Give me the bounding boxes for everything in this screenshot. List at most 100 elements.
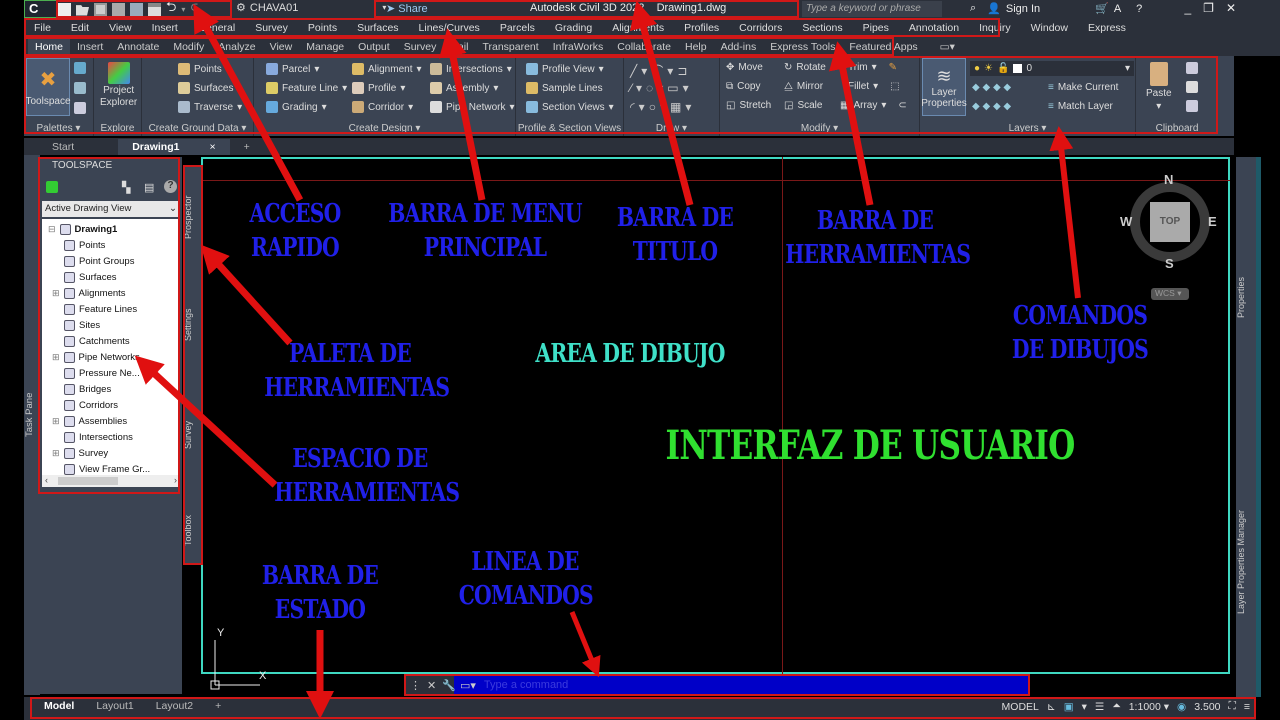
tree-item[interactable]: Bridges — [64, 381, 111, 397]
snap-icon[interactable]: ▣ — [1064, 701, 1074, 713]
points-button[interactable]: Points — [178, 63, 222, 75]
tab-add-ins[interactable]: Add-ins — [714, 39, 764, 55]
undo-dropdown-icon[interactable]: ▾ — [181, 5, 185, 14]
tab-manage[interactable]: Manage — [299, 39, 351, 55]
command-prompt-icon[interactable]: ▭▾ — [460, 679, 476, 692]
section-views-button[interactable]: Section Views ▾ — [526, 101, 614, 113]
surfaces-button[interactable]: Surfaces — [178, 82, 233, 94]
tab-annotate[interactable]: Annotate — [110, 39, 166, 55]
autodesk-icon[interactable]: A — [1114, 3, 1121, 15]
sign-in-button[interactable]: ⌕ 👤 Sign In 🛒 A? — [970, 2, 1142, 15]
collapse-icon[interactable]: ⊟ — [48, 224, 56, 235]
copy-clip-icon[interactable] — [1186, 81, 1198, 93]
menu-file[interactable]: File — [34, 22, 51, 34]
tree-item[interactable]: Intersections — [64, 429, 133, 445]
tree-item[interactable]: ⊞ Pipe Networks — [52, 349, 140, 365]
feature-line-button[interactable]: Feature Line ▾ — [266, 82, 347, 94]
new-tab-button[interactable]: + — [230, 139, 264, 155]
draw-label[interactable]: Draw ▾ — [624, 123, 719, 134]
grid-icon[interactable]: ⊾ — [1047, 701, 1056, 713]
menu-points[interactable]: Points — [308, 22, 337, 34]
tab-settings[interactable]: Settings — [183, 275, 201, 375]
tab-collaborate[interactable]: Collaborate — [610, 39, 678, 55]
draw-tools-row-2[interactable]: ⁄ ▾ ◌ ▾ ▭ ▾ — [630, 81, 689, 95]
tree-item[interactable]: ⊟ Drawing1 — [48, 221, 117, 237]
tab-analyze[interactable]: Analyze — [211, 39, 262, 55]
sample-lines-button[interactable]: Sample Lines — [526, 82, 603, 94]
tab-prospector[interactable]: Prospector — [183, 167, 201, 267]
menu-edit[interactable]: Edit — [71, 22, 89, 34]
tree-item[interactable]: Points — [64, 237, 105, 253]
line-tool[interactable]: ╱ ▾ ⌒ ▾ ⊐ — [630, 62, 687, 79]
tree-item[interactable]: ⊞ Alignments — [52, 285, 126, 301]
viewcube[interactable]: TOP N S E W — [1120, 172, 1220, 272]
tree-item[interactable]: Catchments — [64, 333, 130, 349]
grading-button[interactable]: Grading ▾ — [266, 101, 327, 113]
expand-icon[interactable]: ⊞ — [52, 352, 60, 363]
cart-icon[interactable]: 🛒 — [1095, 2, 1109, 15]
compass-south[interactable]: S — [1165, 256, 1174, 271]
layer-dropdown[interactable]: ● ☀ 🔓 0 ▾ — [970, 61, 1134, 76]
customize-menu-icon[interactable]: ≡ — [1244, 701, 1250, 713]
create-ground-data-label[interactable]: Create Ground Data ▾ — [142, 123, 253, 134]
grip-icon[interactable]: ⋮ — [410, 679, 421, 692]
project-explorer-button[interactable]: Project Explorer — [100, 62, 137, 108]
layer-properties-manager-tab[interactable]: Layer Properties Manager — [1236, 507, 1256, 617]
help-icon[interactable]: ? — [164, 180, 177, 193]
tree-item[interactable]: ⊞ Assemblies — [52, 413, 127, 429]
horizontal-scrollbar[interactable]: ‹ › — [42, 475, 180, 487]
modify-label[interactable]: Modify ▾ — [720, 123, 919, 134]
tab-transparent[interactable]: Transparent — [475, 39, 545, 55]
annotation-scale-icon[interactable]: ⏶ — [1112, 700, 1120, 713]
task-pane[interactable]: Task Pane — [24, 155, 40, 695]
profile-view-button[interactable]: Profile View ▾ — [526, 63, 604, 75]
traverse-button[interactable]: Traverse ▾ — [178, 101, 242, 113]
menu-insert[interactable]: Insert — [152, 22, 178, 34]
layer-properties-button[interactable]: ≋ Layer Properties — [921, 58, 967, 116]
lineweight-icon[interactable]: ☰ — [1095, 701, 1104, 713]
match-layer-button[interactable]: ≡ Match Layer — [1048, 101, 1113, 112]
compass-west[interactable]: W — [1120, 214, 1132, 229]
workspace-switch-icon[interactable]: ◉ — [1177, 701, 1186, 713]
menu-corridors[interactable]: Corridors — [739, 22, 782, 34]
layers-label[interactable]: Layers ▾ — [920, 123, 1135, 134]
menu-profiles[interactable]: Profiles — [684, 22, 719, 34]
stretch-button[interactable]: ◱ Stretch — [726, 100, 771, 111]
wcs-menu[interactable]: WCS ▾ — [1151, 288, 1189, 300]
fullscreen-icon[interactable]: ⛶ — [1229, 700, 1236, 713]
menu-grading[interactable]: Grading — [555, 22, 592, 34]
tab-help[interactable]: Help — [678, 39, 714, 55]
toolspace-panel-icon[interactable]: ▤ — [144, 181, 154, 194]
undo-icon[interactable]: ⮌ — [166, 0, 176, 20]
tab-survey[interactable]: Survey — [397, 39, 444, 55]
draw-tools-row-3[interactable]: ◜ ▾ ○ ▾ ▦ ▾ — [630, 100, 691, 114]
menu-view[interactable]: View — [109, 22, 132, 34]
menu-alignments[interactable]: Alignments — [612, 22, 664, 34]
close-icon[interactable]: ✕ — [427, 679, 436, 692]
menu-surfaces[interactable]: Surfaces — [357, 22, 398, 34]
paste-button[interactable]: Paste ▾ — [1146, 62, 1172, 112]
toolspace-button[interactable]: ✖ Toolspace — [25, 58, 71, 116]
tab-featured-apps[interactable]: Featured Apps — [842, 39, 924, 55]
close-icon[interactable]: ✕ — [1226, 1, 1236, 15]
fillet-button[interactable]: Fillet ▾ ⬚ — [848, 81, 900, 92]
tab-survey[interactable]: Survey — [183, 385, 201, 485]
ribbon-minimize-icon[interactable]: ▭▾ — [933, 39, 962, 55]
tree-item[interactable]: ⊞ Survey — [52, 445, 108, 461]
menu-pipes[interactable]: Pipes — [863, 22, 889, 34]
tab-modify[interactable]: Modify — [166, 39, 211, 55]
create-design-label[interactable]: Create Design ▾ — [254, 123, 515, 134]
scale-button[interactable]: ◲ Scale — [784, 100, 822, 111]
publish-icon[interactable] — [130, 2, 143, 16]
tab-model[interactable]: Model — [34, 697, 84, 715]
trim-button[interactable]: Trim ▾ ✎ — [848, 62, 897, 73]
tab-drawing1[interactable]: Drawing1 × — [118, 139, 230, 155]
make-current-button[interactable]: ≡ Make Current — [1048, 82, 1118, 93]
menu-general[interactable]: General — [198, 22, 235, 34]
notes-palette-icon[interactable] — [74, 102, 86, 114]
menu-survey[interactable]: Survey — [255, 22, 288, 34]
rotate-button[interactable]: ↻ Rotate — [784, 62, 826, 73]
viewcube-top-face[interactable]: TOP — [1150, 202, 1190, 242]
tab-rail[interactable]: Rail — [443, 39, 475, 55]
plot-icon[interactable] — [148, 2, 161, 16]
